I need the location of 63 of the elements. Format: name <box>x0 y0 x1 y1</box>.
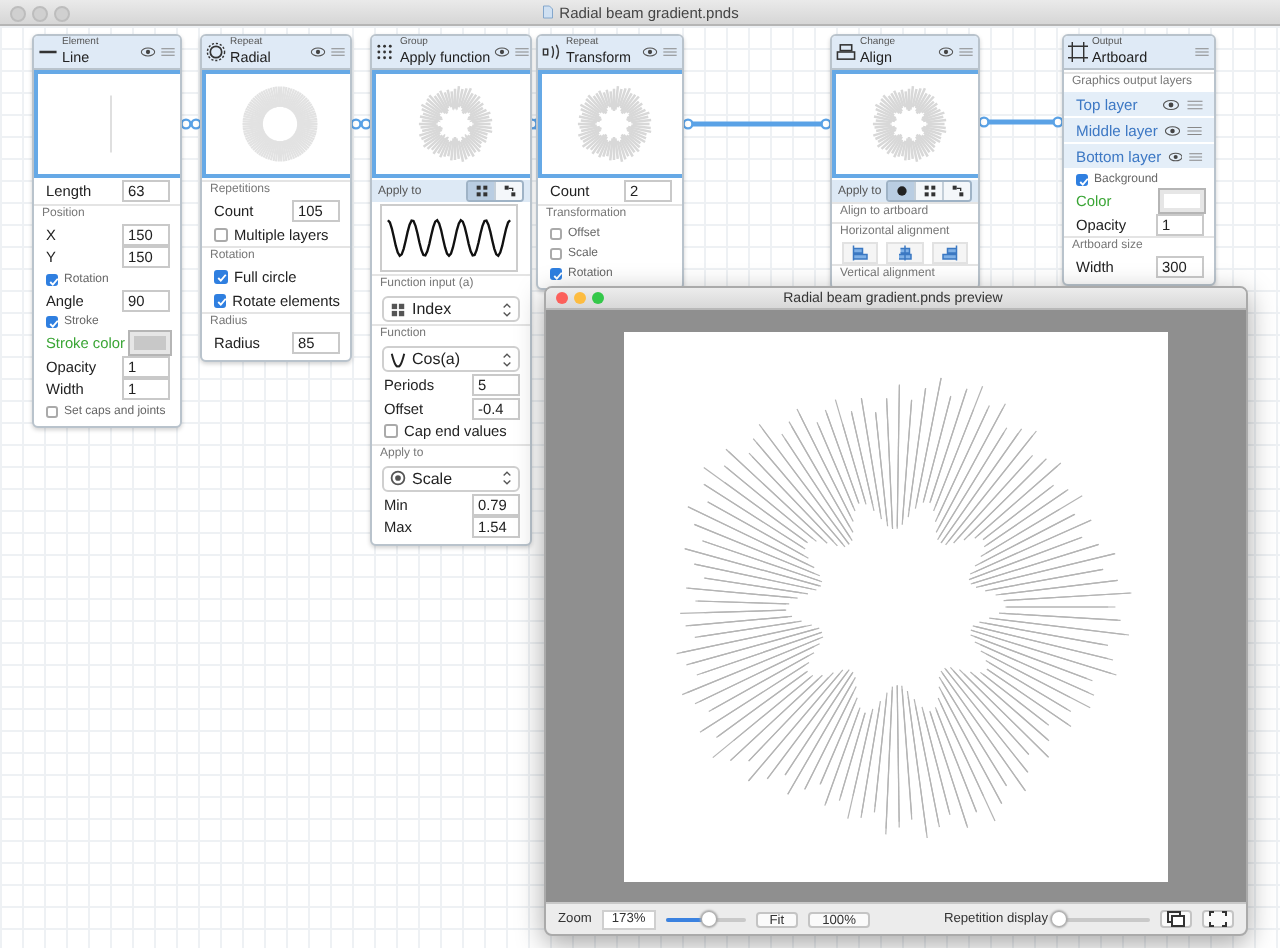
option-icon <box>390 351 406 367</box>
segment-button[interactable] <box>888 182 914 200</box>
color-swatch[interactable] <box>130 332 170 355</box>
arrange-icon <box>501 184 517 198</box>
align-button[interactable] <box>931 242 968 264</box>
checkbox[interactable] <box>214 227 228 242</box>
stepper-icon <box>502 301 512 317</box>
node-type-icon <box>1068 42 1088 62</box>
document-icon <box>541 4 554 20</box>
segment-button[interactable] <box>914 182 942 200</box>
eye-icon[interactable] <box>1167 149 1183 163</box>
align-icon <box>940 244 959 262</box>
align-icon <box>851 244 870 262</box>
node-type-icon <box>206 42 226 62</box>
checkbox[interactable] <box>46 316 58 328</box>
slider-thumb[interactable] <box>1051 911 1065 925</box>
fullscreen-icon <box>1208 910 1228 928</box>
checkbox[interactable] <box>384 424 398 439</box>
dropdown[interactable]: Cos(a) <box>382 346 520 372</box>
checkbox[interactable] <box>46 273 58 285</box>
checkbox[interactable] <box>214 293 227 308</box>
menu-icon[interactable] <box>1186 97 1204 111</box>
node-type-icon <box>542 42 562 62</box>
overlap-button[interactable] <box>1160 910 1192 928</box>
function-graph <box>380 204 518 272</box>
node-type-icon <box>376 42 396 62</box>
eye-icon[interactable] <box>642 46 658 58</box>
grid-icon <box>921 184 937 198</box>
arrange-icon <box>949 184 965 198</box>
menu-icon[interactable] <box>1188 149 1204 163</box>
checkbox[interactable] <box>214 270 228 285</box>
grid-icon <box>473 184 489 198</box>
slider-thumb[interactable] <box>702 911 717 925</box>
eye-icon[interactable] <box>1162 97 1180 111</box>
segment-button[interactable] <box>468 182 494 200</box>
checkbox[interactable] <box>550 227 562 239</box>
align-button[interactable] <box>842 242 879 264</box>
color-swatch[interactable] <box>1160 190 1204 213</box>
align-icon <box>895 244 914 262</box>
eye-icon[interactable] <box>938 46 954 58</box>
segment-button[interactable] <box>494 182 522 200</box>
dropdown[interactable]: Index <box>382 296 520 322</box>
eye-icon[interactable] <box>140 46 156 58</box>
close-button[interactable] <box>556 292 568 304</box>
checkbox[interactable] <box>550 247 562 259</box>
windows-icon <box>1166 910 1186 928</box>
node-type-icon <box>836 42 856 62</box>
eye-icon[interactable] <box>494 46 511 58</box>
segment-button[interactable] <box>942 182 970 200</box>
align-button[interactable] <box>886 242 924 264</box>
dropdown[interactable]: Scale <box>382 465 520 491</box>
option-icon <box>390 470 406 486</box>
fullscreen-button[interactable] <box>1202 910 1234 928</box>
dot-icon <box>893 184 909 198</box>
option-icon <box>390 301 406 317</box>
stepper-icon <box>502 351 512 367</box>
stepper-icon <box>502 470 512 486</box>
eye-icon[interactable] <box>310 46 326 58</box>
checkbox[interactable] <box>550 267 562 279</box>
checkbox[interactable] <box>46 405 58 417</box>
eye-icon[interactable] <box>1163 123 1181 137</box>
menu-icon[interactable] <box>1194 46 1210 58</box>
checkbox[interactable] <box>1076 174 1088 186</box>
